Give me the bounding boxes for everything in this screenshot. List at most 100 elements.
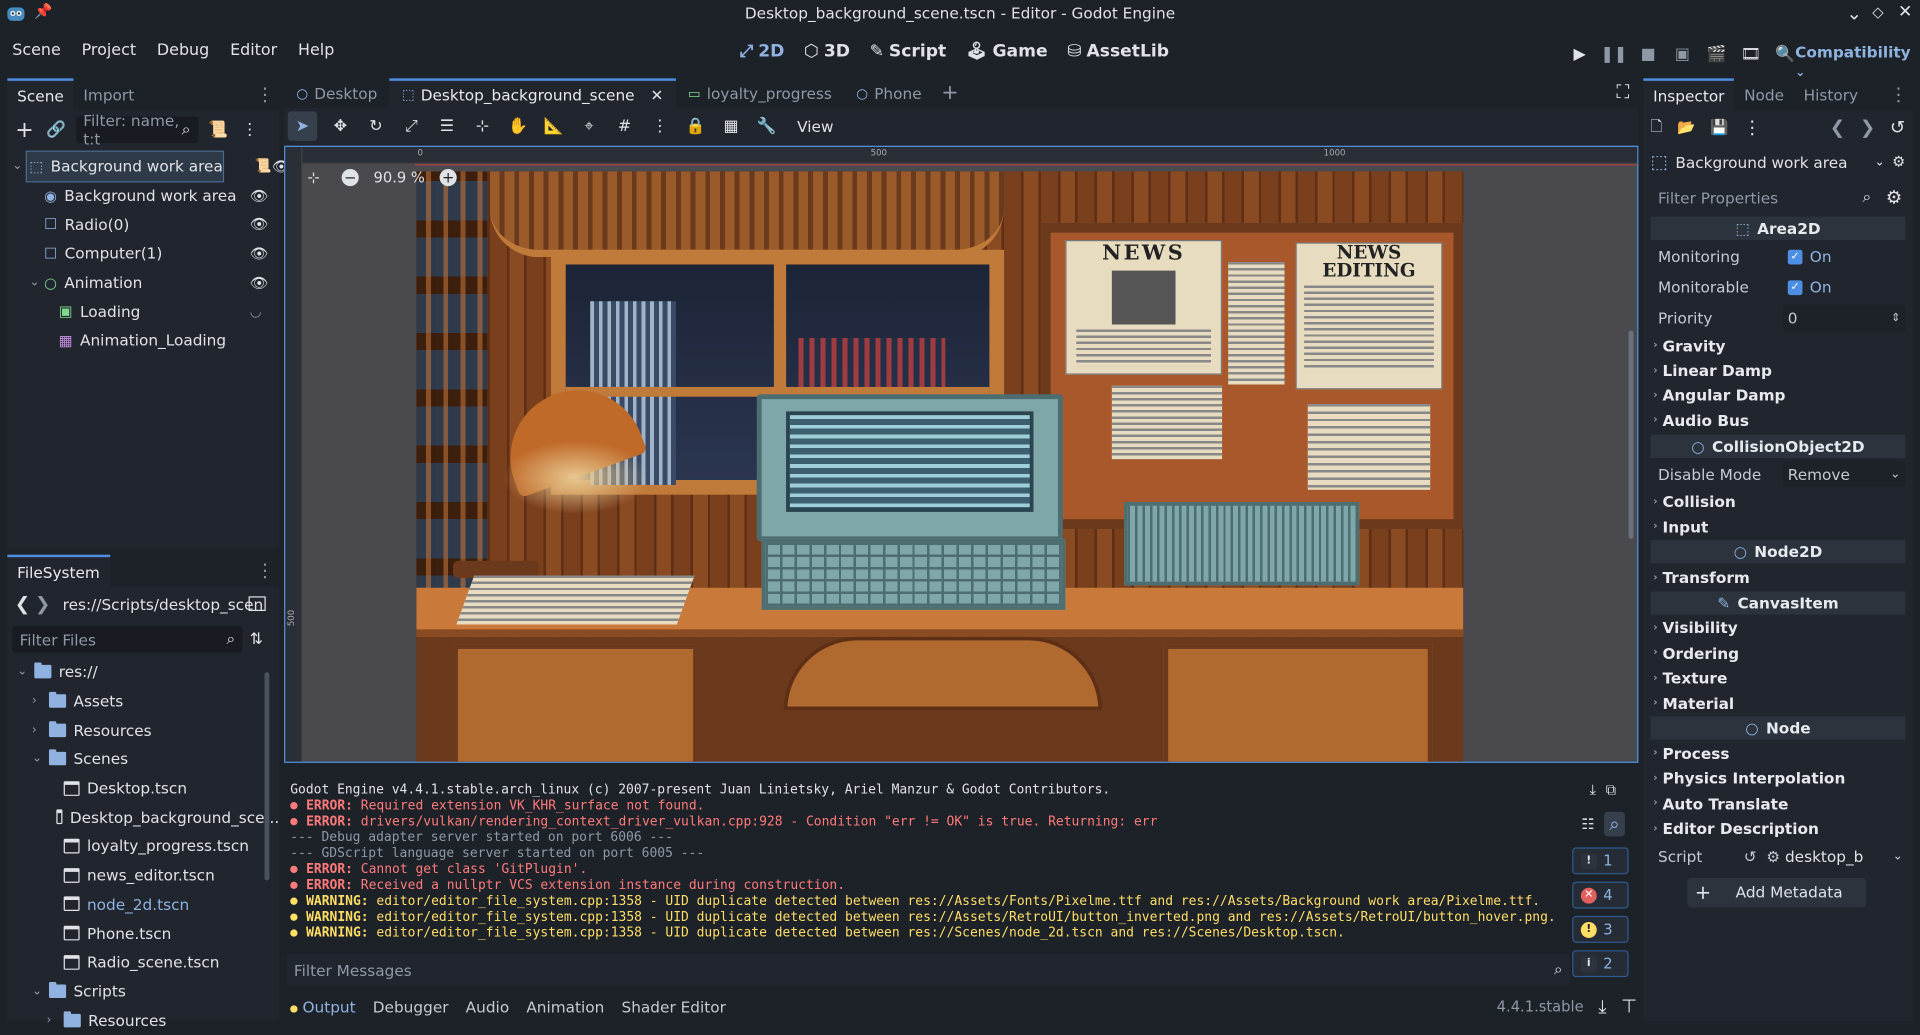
filter-message-button[interactable]: ! 1 — [1572, 847, 1629, 875]
scene-tree-item[interactable]: ⌄ ⬚ Background work area 📜 👁 — [12, 150, 290, 183]
workspace-3d[interactable]: ⬡ 3D — [804, 42, 850, 62]
pan-tool-icon[interactable]: ✋ — [506, 114, 530, 138]
menu-project[interactable]: Project — [82, 42, 136, 60]
scale-tool-icon[interactable]: ⤢ — [399, 114, 423, 138]
inspector-category[interactable]: › Audio Bus — [1643, 408, 1912, 433]
chevron-down-icon[interactable]: ⌄ — [1875, 155, 1885, 168]
play-scene-icon[interactable]: 🎬 — [1705, 42, 1729, 66]
inspector-category[interactable]: › Process — [1643, 741, 1912, 766]
chevron-right-icon[interactable]: › — [32, 723, 42, 736]
dock-menu-icon[interactable]: ⋮ — [1885, 78, 1913, 110]
snap-options-icon[interactable]: ⋮ — [648, 114, 672, 138]
inspector-section[interactable]: ○ CollisionObject2D — [1650, 434, 1906, 458]
property-value[interactable]: Remove ⌄ — [1782, 460, 1906, 488]
inspector-category[interactable]: › Input — [1643, 514, 1912, 539]
scene-tree-item[interactable]: ◉ Background work area 👁 — [7, 181, 279, 210]
inspector-category[interactable]: › Gravity — [1643, 333, 1912, 358]
save-resource-icon[interactable]: 💾 — [1710, 119, 1728, 136]
scene-tree-item[interactable]: ☐ Radio(0) 👁 — [7, 210, 279, 239]
path-field[interactable]: res://Scripts/desktop_scen — [55, 590, 264, 617]
scene-tree-item[interactable]: ☐ Computer(1) 👁 — [7, 239, 279, 268]
inspector-category[interactable]: › Ordering — [1643, 641, 1912, 666]
inspector-category[interactable]: › Collision — [1643, 489, 1912, 514]
menu-editor[interactable]: Editor — [230, 42, 277, 60]
property-value[interactable]: ✓ On — [1783, 274, 1905, 301]
file-tree-item[interactable]: news_editor.tscn — [12, 861, 279, 890]
file-tree-item[interactable]: Phone.tscn — [12, 919, 279, 948]
close-window-icon[interactable]: ✕ — [1898, 2, 1912, 22]
stop-icon[interactable]: ■ — [1636, 42, 1660, 66]
movie-maker-icon[interactable]: 🔍 — [1773, 42, 1797, 66]
scene-tree-item[interactable]: ⌄ ○ Animation 👁 — [7, 268, 279, 297]
zoom-out-icon[interactable]: − — [341, 168, 359, 187]
menu-help[interactable]: Help — [298, 42, 334, 60]
maximize-icon[interactable]: ◇ — [1872, 4, 1883, 21]
file-tree-item[interactable]: › Assets — [12, 687, 279, 716]
scene-tree-item[interactable]: ▣ Loading ◡ — [7, 297, 279, 326]
chevron-down-icon[interactable]: ⌄ — [17, 665, 27, 678]
inspector-category[interactable]: › Angular Damp — [1643, 383, 1912, 408]
bottom-tab-animation[interactable]: Animation — [526, 997, 604, 1015]
inspector-section[interactable]: ○ Node — [1650, 716, 1906, 740]
select-tool-icon[interactable]: ➤ — [287, 111, 318, 141]
close-tab-icon[interactable]: ✕ — [651, 85, 664, 103]
inspector-section[interactable]: ⬚ Area2D — [1650, 216, 1906, 241]
open-resource-icon[interactable]: 📂 — [1677, 119, 1695, 136]
filter-error-button[interactable]: ✕ 4 — [1572, 881, 1629, 909]
play-icon[interactable]: ▶ — [1567, 42, 1591, 66]
scene-tree-item[interactable]: ▦ Animation_Loading — [7, 326, 279, 355]
zoom-in-icon[interactable]: + — [439, 168, 457, 187]
viewport-scrollbar[interactable] — [1628, 330, 1634, 539]
visibility-hidden-icon[interactable]: ◡ — [250, 303, 262, 319]
inspector-category[interactable]: › Physics Interpolation — [1643, 766, 1912, 791]
filter-messages-input[interactable]: Filter Messages ⌕ — [286, 953, 1570, 986]
menu-debug[interactable]: Debug — [157, 42, 209, 60]
tab-node[interactable]: Node — [1734, 78, 1794, 110]
visibility-icon[interactable]: 👁 — [250, 187, 269, 204]
new-resource-icon[interactable]: 🗋 — [1651, 114, 1663, 140]
lock-icon[interactable]: 🔒 — [683, 114, 707, 138]
bottom-tab-audio[interactable]: Audio — [466, 997, 510, 1015]
filter-properties-input[interactable]: Filter Properties ⌕ — [1650, 182, 1879, 212]
link-icon[interactable]: 🔗 — [44, 118, 68, 142]
group-icon[interactable]: ▦ — [719, 114, 743, 138]
inspector-category[interactable]: › Auto Translate — [1643, 791, 1912, 816]
remote-debug-icon[interactable]: ▣ — [1670, 42, 1694, 66]
inspector-category[interactable]: › Transform — [1643, 565, 1912, 590]
expand-panel-icon[interactable]: ⊤ — [1621, 996, 1637, 1018]
chevron-right-icon[interactable]: › — [32, 694, 42, 707]
scene-tab[interactable]: ⬚ Desktop_background_scene ✕ — [389, 78, 676, 108]
zoom-level[interactable]: 90.9 % — [374, 169, 425, 186]
filter-warning-button[interactable]: ! 3 — [1572, 915, 1629, 943]
inspector-category[interactable]: › Editor Description — [1643, 816, 1912, 841]
node-options-icon[interactable]: ⚙ — [1892, 153, 1905, 170]
collapse-icon[interactable]: ☷ — [1581, 816, 1594, 833]
move-tool-icon[interactable]: ✥ — [328, 114, 352, 138]
script-resource[interactable]: desktop_b — [1785, 848, 1863, 866]
file-tree-item[interactable]: Radio_scene.tscn — [12, 948, 279, 977]
menu-scene[interactable]: Scene — [12, 42, 61, 60]
copy-icon[interactable]: ⤓ — [1589, 781, 1596, 799]
clear-icon[interactable]: ⧉ — [1606, 781, 1617, 799]
reload-icon[interactable]: ↺ — [1744, 848, 1757, 866]
visibility-icon[interactable]: 👁 — [250, 245, 269, 262]
pivot-tool-icon[interactable]: ⊹ — [470, 114, 494, 138]
scene-tab[interactable]: ○ Phone — [844, 78, 934, 107]
file-tree-item[interactable]: ⌄ Scenes — [12, 745, 279, 774]
dock-menu-icon[interactable]: ⋮ — [251, 78, 279, 110]
object-history-icon[interactable]: ↺ — [1890, 116, 1905, 138]
file-tree-item[interactable]: ⌄ res:// — [12, 658, 279, 687]
split-view-icon[interactable] — [248, 596, 266, 612]
bottom-tab-shader-editor[interactable]: Shader Editor — [622, 997, 726, 1015]
pin-panel-icon[interactable]: ⤓ — [1598, 996, 1606, 1018]
attach-script-icon[interactable]: 📜 — [206, 118, 230, 142]
dock-menu-icon[interactable]: ⋮ — [251, 555, 279, 587]
inspector-section[interactable]: ○ Node2D — [1650, 540, 1906, 564]
file-tree-item[interactable]: node_2d.tscn — [12, 890, 279, 919]
sort-icon[interactable]: ⇅ — [250, 630, 263, 648]
filter-info-button[interactable]: i2 — [1572, 950, 1629, 978]
inspector-section[interactable]: ✎ CanvasItem — [1650, 591, 1906, 615]
add-scene-tab-icon[interactable]: + — [941, 81, 958, 105]
visibility-icon[interactable]: 👁 — [250, 216, 269, 233]
list-select-icon[interactable]: ☰ — [435, 114, 459, 138]
